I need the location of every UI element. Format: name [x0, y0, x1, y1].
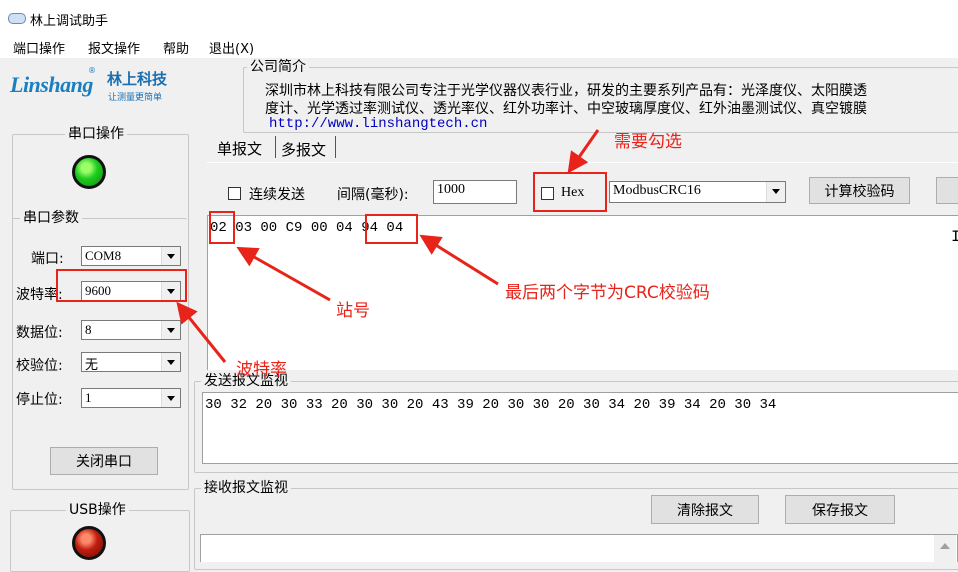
- hex-arrow: [567, 129, 600, 174]
- databits-label: 数据位:: [16, 325, 63, 341]
- logo: Linshang ® 林上科技 让测量更简单: [10, 66, 180, 108]
- crc-mode-select[interactable]: ModbusCRC16: [609, 181, 786, 203]
- company-intro-line2: 度计、光学透过率测试仪、透光率仪、红外功率计、中空玻璃厚度仪、红外油墨测试仪、真…: [265, 101, 867, 117]
- hex-note: 需要勾选: [614, 132, 682, 152]
- company-group-title: 公司简介: [247, 59, 309, 75]
- app-icon: [8, 13, 26, 24]
- chevron-down-icon[interactable]: [161, 353, 180, 371]
- continuous-send-checkbox[interactable]: [228, 187, 241, 200]
- stopbits-select[interactable]: 1: [81, 388, 181, 408]
- chevron-down-icon[interactable]: [161, 321, 180, 339]
- interval-label: 间隔(毫秒):: [337, 187, 409, 203]
- tab-divider: [275, 136, 276, 158]
- parity-select[interactable]: 无: [81, 352, 181, 372]
- window-title: 林上调试助手: [30, 14, 109, 29]
- title-bar: [0, 0, 958, 36]
- tab-single-message[interactable]: 单报文: [217, 138, 262, 159]
- tab-divider: [335, 136, 336, 158]
- continuous-send-label: 连续发送: [249, 187, 305, 203]
- recv-monitor-title: 接收报文监视: [201, 480, 291, 496]
- parity-label: 校验位:: [16, 358, 63, 374]
- chevron-down-icon[interactable]: [766, 182, 785, 202]
- port-select[interactable]: COM8: [81, 246, 181, 266]
- company-intro-line1: 深圳市林上科技有限公司专注于光学仪器仪表行业，研发的主要系列产品有：光泽度仪、太…: [265, 83, 867, 99]
- scrollbar[interactable]: [934, 535, 956, 562]
- chevron-down-icon[interactable]: [161, 247, 180, 265]
- crc-mode-value: ModbusCRC16: [613, 183, 701, 198]
- chevron-down-icon[interactable]: [161, 389, 180, 407]
- clear-messages-button[interactable]: 清除报文: [651, 495, 759, 524]
- text-cursor-icon: I: [951, 228, 958, 246]
- menu-help[interactable]: 帮助: [163, 38, 189, 57]
- company-url-link[interactable]: http://www.linshangtech.cn: [269, 116, 487, 132]
- save-messages-button[interactable]: 保存报文: [785, 495, 895, 524]
- station-note: 站号: [336, 301, 370, 321]
- baud-note: 波特率: [236, 360, 287, 380]
- databits-value: 8: [85, 322, 92, 337]
- serial-params-title: 串口参数: [20, 210, 82, 226]
- scroll-up-icon[interactable]: [940, 543, 950, 549]
- toolbar-extra-button[interactable]: [936, 177, 958, 204]
- stopbits-label: 停止位:: [16, 392, 63, 408]
- tab-multi-message[interactable]: 多报文: [281, 139, 326, 160]
- menu-message[interactable]: 报文操作: [88, 38, 140, 57]
- logo-registered: ®: [88, 66, 96, 75]
- send-monitor-output[interactable]: 30 32 20 30 33 20 30 30 20 43 39 20 30 3…: [202, 392, 958, 464]
- usb-group-title: USB操作: [66, 502, 129, 518]
- serial-status-led: [72, 155, 106, 189]
- logo-slogan: 让测量更简单: [108, 93, 163, 103]
- logo-brand-cn: 林上科技: [107, 70, 168, 88]
- interval-input[interactable]: 1000: [433, 180, 517, 204]
- tab-strip-line: [207, 162, 958, 163]
- logo-brand-en: Linshang: [10, 72, 93, 97]
- baud-highlight-box: [56, 269, 187, 302]
- parity-value: 无: [85, 357, 99, 372]
- close-port-button[interactable]: 关闭串口: [50, 447, 158, 475]
- databits-select[interactable]: 8: [81, 320, 181, 340]
- calc-checksum-button[interactable]: 计算校验码: [809, 177, 910, 204]
- menu-port[interactable]: 端口操作: [13, 38, 65, 57]
- usb-status-led: [72, 526, 106, 560]
- crc-note: 最后两个字节为CRC校验码: [505, 283, 710, 303]
- recv-monitor-output[interactable]: [200, 534, 958, 562]
- serial-group-title: 串口操作: [65, 126, 127, 142]
- crc-highlight-box: [365, 214, 418, 244]
- menu-exit[interactable]: 退出(X): [209, 38, 254, 57]
- port-label: 端口:: [31, 251, 64, 267]
- stopbits-value: 1: [85, 390, 92, 405]
- menu-bar: 端口操作 报文操作 帮助 退出(X): [0, 36, 958, 58]
- port-value: COM8: [85, 248, 122, 263]
- station-highlight-box: [209, 211, 235, 244]
- hex-highlight-box: [533, 172, 607, 212]
